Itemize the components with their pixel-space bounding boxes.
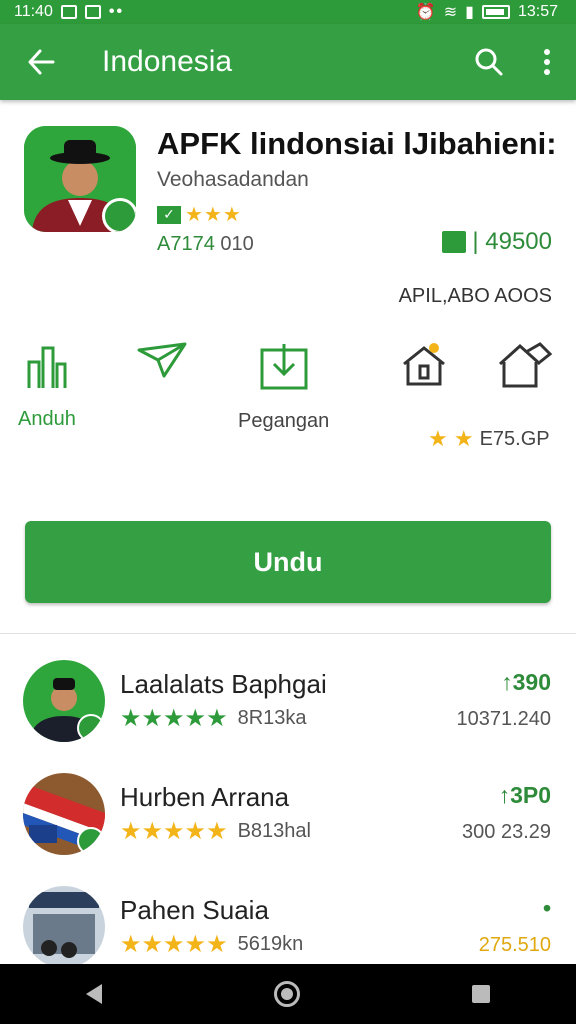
home-pin-icon: [403, 343, 445, 386]
notification-icon-2: [84, 5, 101, 19]
action-label: Pegangan: [238, 410, 330, 432]
list-item-price: •: [542, 895, 551, 921]
ad-label: APIL,ABO AOOS: [398, 285, 552, 307]
more-vert-icon: [544, 49, 550, 75]
arrow-left-icon: [28, 49, 55, 75]
status-clock-right: 13:57: [517, 3, 558, 20]
action-send[interactable]: [136, 340, 188, 380]
rating-stars: ★★★: [185, 204, 242, 226]
list-item-size: 300 23.29: [462, 821, 551, 843]
storefront-image-icon: [23, 886, 105, 968]
app-meta-left: A7174: [157, 233, 215, 255]
status-bar: 11:40 •• ⏰ ≋ ▮ 13:57: [0, 0, 576, 24]
app-bar: Indonesia: [0, 24, 576, 100]
app-icon: [24, 126, 136, 232]
list-item-price: ↑390: [501, 669, 551, 695]
action-label: Anduh: [18, 408, 76, 430]
action-pegangan[interactable]: Pegangan: [238, 340, 329, 433]
comment-icon: [442, 231, 467, 253]
status-time: 11:40: [14, 3, 53, 20]
rating-stars: ★★★★★: [120, 931, 228, 958]
list-item-count: 8R13ka: [237, 707, 307, 729]
nav-home-icon[interactable]: [274, 981, 300, 1007]
signal-icon: ▮: [465, 4, 474, 21]
send-icon: [137, 342, 187, 378]
list-item[interactable]: Laalalats Baphgai ★★★★★ 8R13ka ↑390 1037…: [0, 645, 576, 755]
action-rating: ★ ★ E75.GP: [428, 426, 550, 452]
action-anduh[interactable]: Anduh: [18, 340, 76, 431]
list-item-title: Laalalats Baphgai: [120, 669, 327, 699]
list-item-count: B813hal: [237, 820, 311, 842]
action-row: Anduh Pegangan ★ ★ E75.GP: [0, 340, 576, 470]
list-item-rating: ★★★★★ B813hal: [120, 817, 311, 846]
verified-badge-icon: [102, 198, 136, 232]
nav-recents-icon[interactable]: [472, 985, 490, 1003]
app-developer[interactable]: Veohasadandan: [157, 168, 309, 192]
wifi-icon: ≋: [443, 4, 458, 21]
download-icon: [260, 344, 308, 390]
action-home-pin[interactable]: [400, 340, 448, 388]
search-button[interactable]: [460, 47, 518, 77]
action-label: E75.GP: [479, 427, 550, 450]
list-item-icon: [23, 660, 105, 742]
action-stars: ★ ★: [428, 426, 474, 451]
bar-chart-icon: [27, 346, 67, 388]
rating-stars: ★★★★★: [120, 818, 228, 845]
more-notifications-icon: ••: [108, 3, 125, 20]
list-item-size: 275.510: [478, 934, 551, 956]
list-item-rating: ★★★★★ 8R13ka: [120, 704, 307, 733]
list-item-icon: [23, 886, 105, 968]
app-meta: A7174 010: [157, 233, 254, 256]
divider: [0, 633, 576, 634]
action-home-hand[interactable]: [496, 340, 554, 390]
downloads-count: | 49500: [442, 228, 552, 256]
verified-badge-icon: [77, 714, 105, 742]
app-title: APFK lindonsiai lJibahieni:: [157, 126, 557, 161]
install-button[interactable]: Undu: [25, 521, 551, 603]
list-item-title: Pahen Suaia: [120, 895, 269, 925]
system-nav-bar: [0, 964, 576, 1024]
rating-stars: ★★★★★: [120, 705, 228, 732]
list-item[interactable]: Hurben Arrana ★★★★★ B813hal ↑3P0 300 23.…: [0, 758, 576, 868]
battery-icon: [481, 5, 510, 19]
search-icon: [475, 48, 503, 76]
list-item-title: Hurben Arrana: [120, 782, 290, 812]
list-item-count: 5619kn: [237, 933, 304, 955]
downloads-value: | 49500: [472, 228, 552, 255]
check-icon: ✓: [157, 205, 181, 224]
list-item-rating: ★★★★★ 5619kn: [120, 930, 303, 959]
nav-back-icon[interactable]: [86, 984, 102, 1004]
alarm-icon: ⏰: [415, 4, 436, 21]
more-options-button[interactable]: [518, 48, 576, 76]
notification-icon: [60, 5, 77, 19]
back-button[interactable]: [0, 48, 82, 76]
page-title: Indonesia: [102, 45, 233, 78]
verified-badge-icon: [77, 827, 105, 855]
list-item-price: ↑3P0: [498, 782, 551, 808]
home-hand-icon: [498, 342, 553, 388]
list-item-size: 10371.240: [456, 708, 551, 730]
list-item-icon: [23, 773, 105, 855]
app-rating: ✓ ★★★: [157, 202, 242, 227]
app-meta-right: 010: [220, 233, 254, 255]
